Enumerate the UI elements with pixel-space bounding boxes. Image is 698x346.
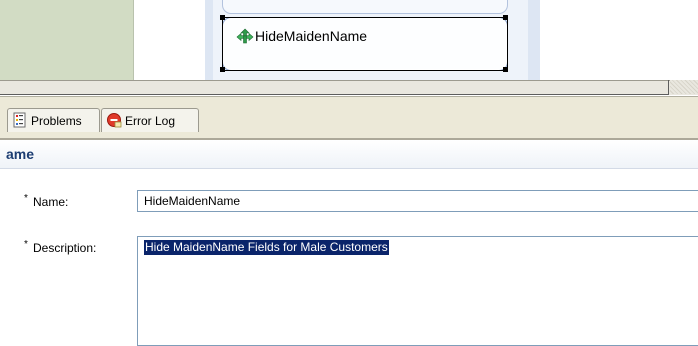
resize-handle-nw[interactable] bbox=[220, 15, 225, 20]
swimlane-left bbox=[0, 0, 133, 80]
diagram-node-above[interactable] bbox=[222, 0, 508, 14]
description-field[interactable]: Hide MaidenName Fields for Male Customer… bbox=[137, 236, 698, 346]
scrollbar-track[interactable] bbox=[0, 80, 669, 95]
properties-title: ame bbox=[6, 146, 35, 162]
error-log-icon bbox=[107, 113, 122, 128]
description-selected-text: Hide MaidenName Fields for Male Customer… bbox=[144, 240, 389, 255]
required-marker-name: * bbox=[24, 193, 28, 204]
required-marker-description: * bbox=[24, 239, 28, 250]
swimlane-divider bbox=[133, 0, 139, 80]
tab-problems[interactable]: Problems bbox=[7, 108, 100, 132]
selection-border bbox=[222, 17, 508, 71]
scroll-corner bbox=[670, 80, 698, 94]
resize-handle-ne[interactable] bbox=[503, 15, 508, 20]
tab-problems-label: Problems bbox=[31, 114, 82, 128]
problems-icon bbox=[13, 112, 26, 128]
resize-handle-se[interactable] bbox=[503, 67, 508, 72]
description-label: Description: bbox=[33, 241, 97, 255]
tab-error-log[interactable]: Error Log bbox=[101, 108, 199, 132]
name-field[interactable] bbox=[137, 190, 698, 212]
name-label: Name: bbox=[33, 195, 69, 209]
resize-handle-sw[interactable] bbox=[220, 67, 225, 72]
tab-error-log-label: Error Log bbox=[125, 114, 176, 128]
properties-header bbox=[0, 140, 698, 169]
diagram-node-label: HideMaidenName bbox=[255, 28, 368, 44]
rule-arrows-icon bbox=[236, 28, 254, 44]
